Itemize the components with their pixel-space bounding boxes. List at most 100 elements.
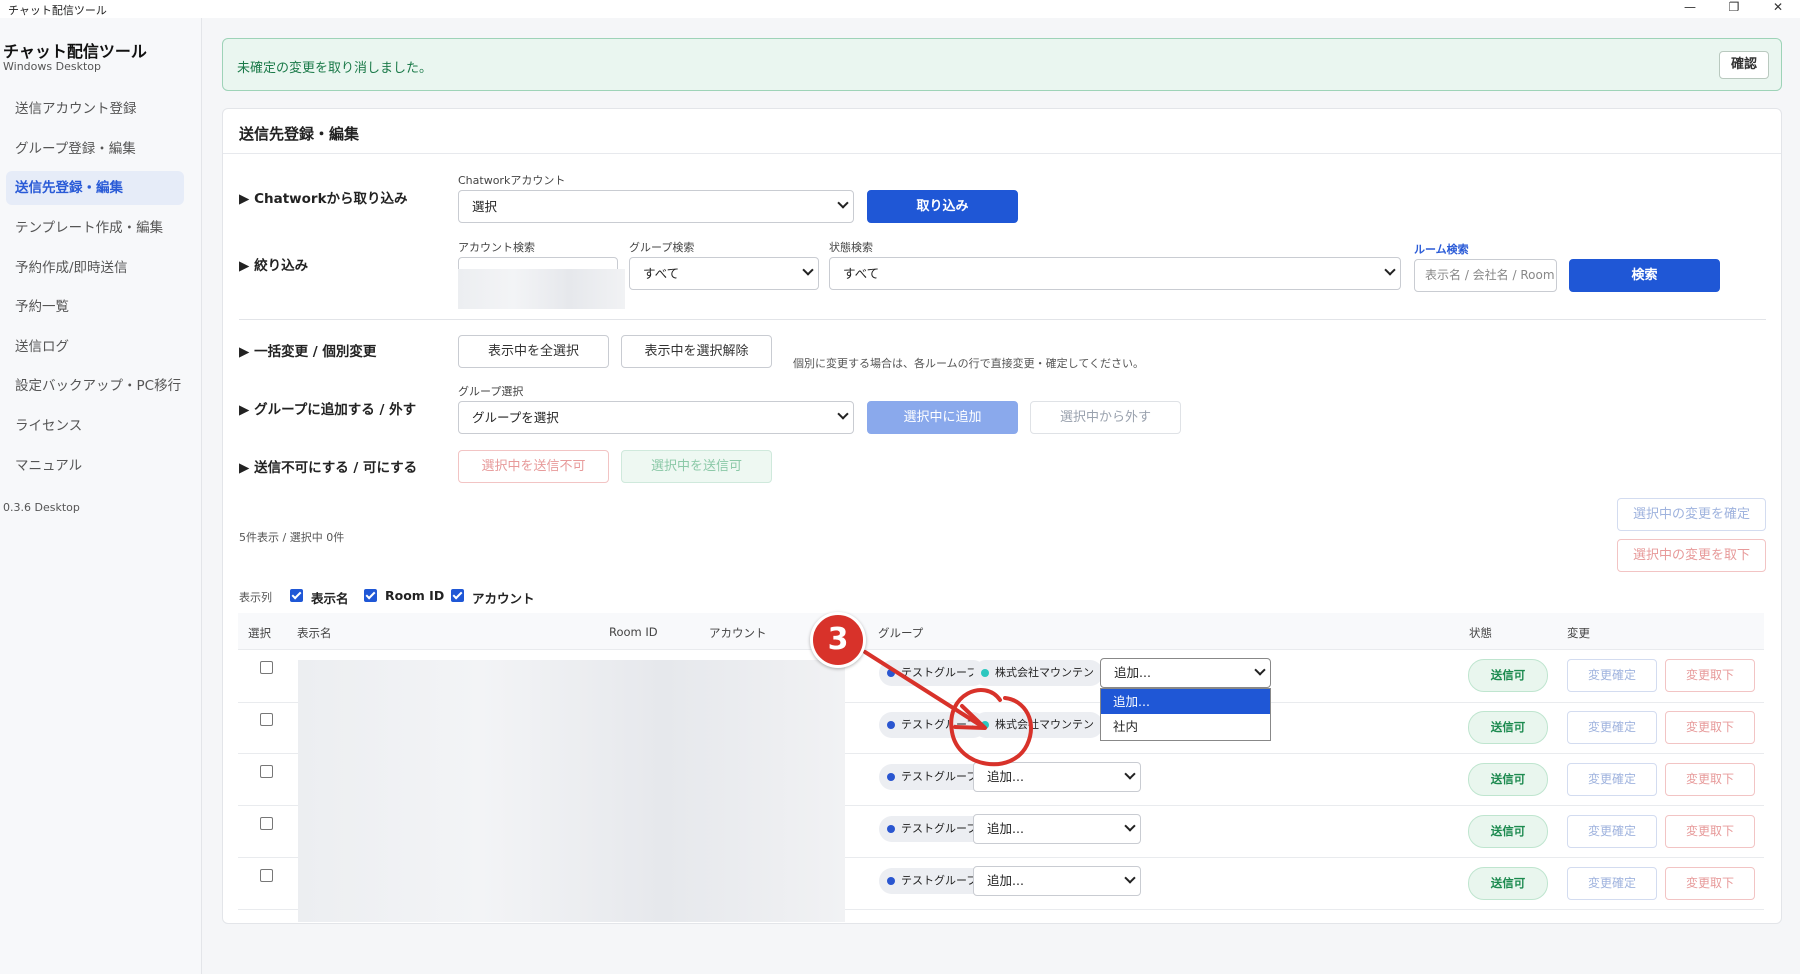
enable-sending-button[interactable]: 選択中を送信可: [621, 450, 772, 483]
row-revert-button[interactable]: 変更取下: [1665, 815, 1755, 848]
status-badge: 送信可: [1468, 867, 1548, 900]
row-select-checkbox[interactable]: [260, 661, 273, 674]
group-dot-icon: [981, 721, 989, 729]
row-revert-button[interactable]: 変更取下: [1665, 763, 1755, 796]
row-select-checkbox[interactable]: [260, 817, 273, 830]
status-search-label: 状態検索: [829, 241, 873, 254]
group-select-label: グループ選択: [458, 385, 524, 398]
count-text: 5件表示 / 選択中 0件: [239, 531, 345, 544]
group-chip: テストグループ: [879, 764, 987, 790]
chatwork-account-select[interactable]: 選択: [458, 190, 854, 223]
group-chip-label: テストグループ: [901, 874, 978, 887]
sidebar-item-send-log[interactable]: 送信ログ: [6, 330, 184, 364]
bulk-hint: 個別に変更する場合は、各ルームの行で直接変更・確定してください。: [793, 357, 1145, 370]
add-group-select[interactable]: 追加...: [1100, 658, 1271, 688]
section-divider: [239, 319, 1766, 320]
chevron-down-icon: [837, 408, 849, 420]
bulk-section-label: ▶ 一括変更 / 個別変更: [239, 344, 377, 360]
add-group-dropdown: 追加... 社内: [1100, 688, 1271, 741]
add-to-selected-button[interactable]: 選択中に追加: [867, 401, 1018, 434]
group-dot-icon: [887, 825, 895, 833]
column-toggle-name-checkbox[interactable]: [290, 589, 303, 602]
window-titlebar: チャット配信ツール — ❐ ✕: [0, 0, 1800, 18]
row-select-checkbox[interactable]: [260, 713, 273, 726]
redacted-name-column: [298, 660, 845, 922]
dropdown-option-add[interactable]: 追加...: [1101, 689, 1270, 714]
status-badge: 送信可: [1468, 763, 1548, 796]
remove-from-selected-button[interactable]: 選択中から外す: [1030, 401, 1181, 434]
app-title: チャット配信ツール: [3, 42, 147, 61]
column-toggle-account-checkbox[interactable]: [451, 589, 464, 602]
row-select-checkbox[interactable]: [260, 765, 273, 778]
sidebar-item-license[interactable]: ライセンス: [6, 409, 184, 443]
notice-confirm-button[interactable]: 確認: [1719, 51, 1769, 79]
disable-sending-button[interactable]: 選択中を送信不可: [458, 450, 609, 483]
revert-selected-button[interactable]: 選択中の変更を取下: [1617, 539, 1766, 572]
row-confirm-button[interactable]: 変更確定: [1567, 867, 1657, 900]
sidebar-item-schedule-list[interactable]: 予約一覧: [6, 290, 184, 324]
row-confirm-button[interactable]: 変更確定: [1567, 815, 1657, 848]
row-confirm-button[interactable]: 変更確定: [1567, 659, 1657, 692]
group-dot-icon: [887, 669, 895, 677]
import-section-label: ▶ Chatworkから取り込み: [239, 191, 408, 207]
group-select[interactable]: グループを選択: [458, 401, 854, 434]
deselect-all-button[interactable]: 表示中を選択解除: [621, 335, 772, 368]
room-search-input[interactable]: 表示名 / 会社名 / Room: [1414, 259, 1557, 292]
maximize-icon[interactable]: ❐: [1712, 0, 1756, 16]
add-group-value: 追加...: [987, 821, 1024, 836]
th-account: アカウント: [709, 626, 767, 640]
th-room-id: Room ID: [609, 625, 658, 639]
group-chip-label: テストグループ: [901, 770, 978, 783]
sidebar-item-backup[interactable]: 設定バックアップ・PC移行: [6, 369, 184, 403]
row-confirm-button[interactable]: 変更確定: [1567, 763, 1657, 796]
group-chip-label: テストグループ: [901, 718, 978, 731]
status-search-select[interactable]: すべて: [829, 257, 1401, 290]
row-revert-button[interactable]: 変更取下: [1665, 659, 1755, 692]
row-select-checkbox[interactable]: [260, 869, 273, 882]
sidebar-item-sender-account[interactable]: 送信アカウント登録: [6, 92, 184, 126]
group-chip: 株式会社マウンテン: [973, 660, 1103, 686]
chevron-down-icon: [1254, 664, 1266, 676]
search-button[interactable]: 検索: [1569, 259, 1720, 292]
row-confirm-button[interactable]: 変更確定: [1567, 711, 1657, 744]
group-dot-icon: [887, 721, 895, 729]
group-select-value: グループを選択: [472, 410, 559, 425]
sidebar-item-templates[interactable]: テンプレート作成・編集: [6, 211, 184, 245]
group-search-select[interactable]: すべて: [629, 257, 819, 290]
close-icon[interactable]: ✕: [1756, 0, 1800, 16]
confirm-selected-button[interactable]: 選択中の変更を確定: [1617, 498, 1766, 531]
group-dot-icon: [887, 773, 895, 781]
app-subtitle: Windows Desktop: [3, 60, 101, 73]
chevron-down-icon: [1124, 872, 1136, 884]
select-all-button[interactable]: 表示中を全選択: [458, 335, 609, 368]
chevron-down-icon: [1384, 264, 1396, 276]
group-chip: 株式会社マウンテン: [973, 712, 1103, 738]
th-status: 状態: [1469, 626, 1492, 640]
import-button[interactable]: 取り込み: [867, 190, 1018, 223]
sidebar-item-recipients[interactable]: 送信先登録・編集: [6, 171, 184, 205]
filter-section-label: ▶ 絞り込み: [239, 258, 309, 274]
row-revert-button[interactable]: 変更取下: [1665, 867, 1755, 900]
th-name: 表示名: [297, 626, 332, 640]
column-toggle-name-label: 表示名: [311, 591, 349, 606]
minimize-icon[interactable]: —: [1668, 0, 1712, 16]
group-chip-label: テストグループ: [901, 666, 978, 679]
sidebar-item-manual[interactable]: マニュアル: [6, 449, 184, 483]
add-group-select[interactable]: 追加...: [973, 762, 1141, 792]
column-toggle-roomid-checkbox[interactable]: [364, 589, 377, 602]
th-select: 選択: [248, 626, 271, 640]
group-search-label: グループ検索: [629, 241, 695, 254]
add-group-select[interactable]: 追加...: [973, 866, 1141, 896]
row-divider: [238, 649, 1764, 650]
row-revert-button[interactable]: 変更取下: [1665, 711, 1755, 744]
status-search-value: すべて: [843, 266, 880, 281]
add-group-select[interactable]: 追加...: [973, 814, 1141, 844]
sendable-section-label: ▶ 送信不可にする / 可にする: [239, 460, 418, 476]
chevron-down-icon: [1124, 820, 1136, 832]
sidebar-item-groups[interactable]: グループ登録・編集: [6, 132, 184, 166]
account-search-label: アカウント検索: [458, 241, 535, 254]
sidebar-item-schedule[interactable]: 予約作成/即時送信: [6, 251, 184, 285]
status-badge: 送信可: [1468, 815, 1548, 848]
dropdown-option-internal[interactable]: 社内: [1101, 714, 1270, 739]
column-toggle-roomid-label: Room ID: [385, 588, 445, 603]
